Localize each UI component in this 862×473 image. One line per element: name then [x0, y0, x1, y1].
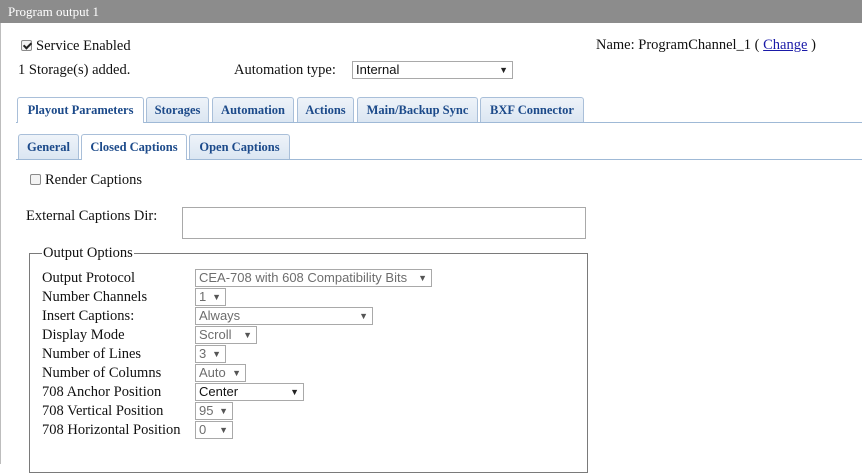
- horizontal-position-label: 708 Horizontal Position: [42, 422, 181, 438]
- chevron-down-icon: ▼: [232, 368, 241, 378]
- chevron-down-icon: ▼: [359, 311, 368, 321]
- output-protocol-select[interactable]: CEA-708 with 608 Compatibility Bits ▼: [195, 269, 432, 287]
- name-open-paren: (: [754, 37, 760, 53]
- external-captions-dir-input[interactable]: [182, 207, 586, 239]
- tab-main-backup-sync[interactable]: Main/Backup Sync: [357, 97, 478, 122]
- tab-automation[interactable]: Automation: [212, 97, 294, 122]
- tab-closed-captions[interactable]: Closed Captions: [81, 134, 187, 160]
- chevron-down-icon: ▼: [499, 65, 508, 75]
- name-label: Name:: [596, 37, 635, 53]
- output-protocol-label: Output Protocol: [42, 270, 136, 286]
- insert-captions-label: Insert Captions:: [42, 308, 135, 324]
- tab-actions[interactable]: Actions: [297, 97, 354, 122]
- chevron-down-icon: ▼: [219, 406, 228, 416]
- tab-bxf-connector[interactable]: BXF Connector: [480, 97, 584, 122]
- service-enabled-checkbox[interactable]: [21, 40, 32, 51]
- anchor-position-value: Center: [199, 384, 239, 399]
- number-channels-value: 1: [199, 289, 207, 304]
- number-of-columns-label: Number of Columns: [42, 365, 162, 381]
- chevron-down-icon: ▼: [212, 292, 221, 302]
- number-of-lines-select[interactable]: 3 ▼: [195, 345, 226, 363]
- render-captions-row[interactable]: Render Captions: [30, 172, 142, 189]
- vertical-position-label: 708 Vertical Position: [42, 403, 164, 419]
- automation-type-value: Internal: [356, 62, 400, 77]
- output-protocol-value: CEA-708 with 608 Compatibility Bits: [199, 270, 408, 285]
- display-mode-value: Scroll: [199, 327, 232, 342]
- anchor-position-select[interactable]: Center ▼: [195, 383, 304, 401]
- chevron-down-icon: ▼: [290, 387, 299, 397]
- render-captions-checkbox[interactable]: [30, 174, 41, 185]
- insert-captions-select[interactable]: Always ▼: [195, 307, 373, 325]
- service-enabled-label: Service Enabled: [36, 38, 131, 54]
- horizontal-position-select[interactable]: 0 ▼: [195, 421, 233, 439]
- name-value: ProgramChannel_1: [638, 37, 752, 53]
- external-captions-dir-label: External Captions Dir:: [26, 208, 158, 224]
- tab-storages[interactable]: Storages: [146, 97, 209, 122]
- output-options-legend: Output Options: [42, 245, 134, 262]
- name-close-paren: ): [811, 37, 816, 53]
- number-channels-select[interactable]: 1 ▼: [195, 288, 226, 306]
- chevron-down-icon: ▼: [243, 330, 252, 340]
- change-name-link[interactable]: Change: [763, 37, 807, 53]
- chevron-down-icon: ▼: [219, 425, 228, 435]
- render-captions-label: Render Captions: [45, 172, 143, 188]
- frame-border: [0, 23, 1, 464]
- vertical-position-value: 95: [199, 403, 214, 418]
- number-of-columns-select[interactable]: Auto ▼: [195, 364, 246, 382]
- horizontal-position-value: 0: [199, 422, 207, 437]
- tab-open-captions[interactable]: Open Captions: [189, 134, 290, 159]
- tab-general[interactable]: General: [18, 134, 79, 159]
- number-of-lines-label: Number of Lines: [42, 346, 142, 362]
- insert-captions-value: Always: [199, 308, 241, 323]
- service-enabled-row[interactable]: Service Enabled: [21, 38, 131, 55]
- number-of-lines-value: 3: [199, 346, 207, 361]
- window-title: Program output 1: [8, 4, 99, 19]
- number-channels-label: Number Channels: [42, 289, 148, 305]
- chevron-down-icon: ▼: [418, 273, 427, 283]
- display-mode-select[interactable]: Scroll ▼: [195, 326, 257, 344]
- anchor-position-label: 708 Anchor Position: [42, 384, 162, 400]
- tab-playout-parameters[interactable]: Playout Parameters: [17, 97, 144, 123]
- storage-status: 1 Storage(s) added.: [18, 62, 131, 78]
- number-of-columns-value: Auto: [199, 365, 226, 380]
- chevron-down-icon: ▼: [212, 349, 221, 359]
- automation-type-label: Automation type:: [234, 62, 336, 78]
- window-title-bar: Program output 1: [0, 0, 862, 23]
- vertical-position-select[interactable]: 95 ▼: [195, 402, 233, 420]
- automation-type-select[interactable]: Internal ▼: [352, 61, 513, 79]
- display-mode-label: Display Mode: [42, 327, 125, 343]
- name-row: Name: ProgramChannel_1 ( Change ): [596, 37, 816, 54]
